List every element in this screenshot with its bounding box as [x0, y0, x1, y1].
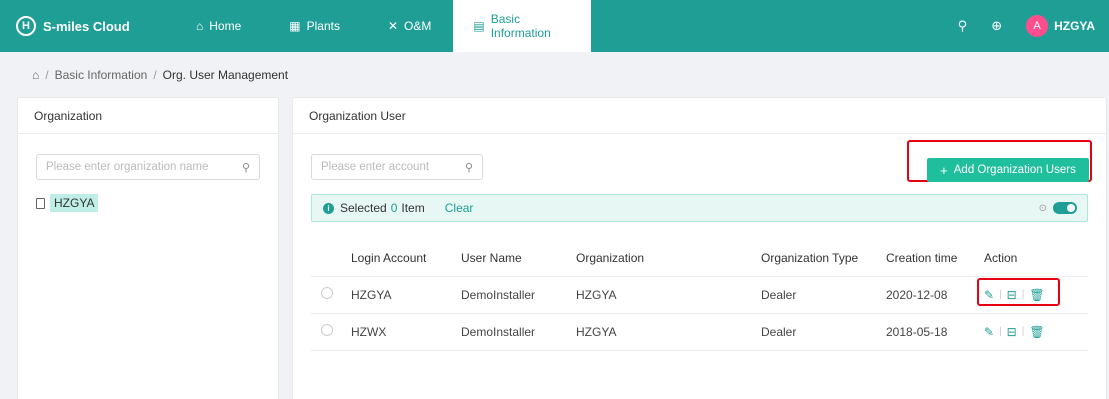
grid-icon: ▦: [289, 19, 301, 33]
search-icon[interactable]: ⚲: [958, 18, 968, 34]
nav-item-basic-information[interactable]: ▤ Basic Information: [453, 0, 592, 52]
divider: |: [1021, 326, 1025, 337]
cell-login-account: HZWX: [351, 313, 461, 351]
table-header-row: Login Account User Name Organization Org…: [311, 240, 1088, 277]
column-settings-icon[interactable]: ⊙: [1039, 203, 1047, 214]
column-header: Login Account: [351, 240, 461, 277]
divider: |: [999, 326, 1002, 337]
selection-suffix: Item: [401, 201, 425, 215]
account-search-input[interactable]: Please enter account ⚲: [311, 154, 483, 180]
list-icon: ▤: [473, 19, 485, 33]
column-header: Organization Type: [761, 240, 886, 277]
cell-organization: HZGYA: [576, 276, 761, 314]
selection-alert: i Selected 0 Item Clear ⊙: [311, 194, 1088, 222]
nav-item-om[interactable]: ✕ O&M: [362, 0, 453, 52]
breadcrumb-current: Org. User Management: [162, 68, 289, 82]
table-header-select: [311, 240, 351, 277]
organization-search-input[interactable]: Please enter organization name ⚲: [36, 154, 260, 180]
column-header: Organization: [576, 240, 761, 277]
organization-user-panel: Organization User Please enter account ⚲…: [292, 97, 1107, 399]
panel-title: Organization: [18, 98, 278, 134]
top-navigation-bar: H S-miles Cloud ⌂ Home ▦ Plants ✕ O&M ▤ …: [0, 0, 1109, 52]
tree-item[interactable]: HZGYA: [36, 194, 99, 212]
nav-item-plants[interactable]: ▦ Plants: [263, 0, 362, 52]
edit-icon[interactable]: ✎: [984, 325, 994, 339]
button-label: Add Organization Users: [953, 164, 1076, 176]
tools-icon: ✕: [387, 19, 399, 33]
highlight-box: [977, 278, 1060, 306]
header-actions: ⚲ ⊕ A HZGYA: [958, 0, 1109, 52]
home-icon: ⌂: [196, 19, 204, 33]
row-select-radio[interactable]: [321, 324, 333, 336]
cell-creation-time: 2020-12-08: [886, 276, 984, 314]
selection-prefix: Selected: [340, 201, 387, 215]
app-title: S-miles Cloud: [43, 18, 130, 34]
cell-organization-type: Dealer: [761, 313, 886, 351]
main-nav: ⌂ Home ▦ Plants ✕ O&M ▤ Basic Informatio…: [170, 0, 592, 52]
delete-icon[interactable]: 🗑: [1029, 325, 1044, 339]
cell-user-name: DemoInstaller: [461, 276, 576, 314]
panel-title: Organization User: [293, 98, 1106, 134]
add-organization-users-button[interactable]: + Add Organization Users: [927, 158, 1089, 182]
nav-item-home[interactable]: ⌂ Home: [170, 0, 263, 52]
cell-user-name: DemoInstaller: [461, 313, 576, 351]
cell-login-account: HZGYA: [351, 276, 461, 314]
breadcrumb-section[interactable]: Basic Information: [55, 68, 148, 82]
organization-panel: Organization Please enter organization n…: [17, 97, 279, 399]
search-placeholder: Please enter organization name: [46, 161, 209, 173]
document-icon: [36, 197, 45, 209]
row-actions: ✎ | ⊟ | 🗑: [984, 325, 1088, 339]
display-toggle[interactable]: [1053, 202, 1077, 214]
nav-label: Plants: [306, 19, 340, 33]
globe-icon[interactable]: ⊕: [991, 18, 1002, 34]
column-header: Action: [984, 240, 1088, 277]
info-icon: i: [323, 202, 334, 214]
logo-mark-icon: H: [16, 16, 36, 36]
plus-icon: +: [940, 162, 948, 178]
row-select-radio[interactable]: [321, 287, 333, 299]
clear-selection-link[interactable]: Clear: [445, 201, 474, 215]
search-icon[interactable]: ⚲: [465, 161, 473, 174]
nav-label: Home: [209, 19, 242, 33]
user-name[interactable]: HZGYA: [1054, 19, 1095, 33]
tree-item-label: HZGYA: [50, 194, 99, 212]
cell-organization: HZGYA: [576, 313, 761, 351]
cell-organization-type: Dealer: [761, 276, 886, 314]
breadcrumb-separator: /: [153, 68, 157, 82]
column-header: User Name: [461, 240, 576, 277]
search-placeholder: Please enter account: [321, 161, 430, 173]
nav-label: O&M: [404, 19, 432, 33]
table-row: HZWX DemoInstaller HZGYA Dealer 2018-05-…: [311, 313, 1088, 351]
selection-count: 0: [390, 201, 398, 215]
app-logo[interactable]: H S-miles Cloud: [0, 0, 170, 52]
search-icon[interactable]: ⚲: [242, 161, 250, 174]
breadcrumb-separator: /: [45, 68, 49, 82]
avatar[interactable]: A: [1026, 15, 1049, 37]
column-header: Creation time: [886, 240, 984, 277]
cell-creation-time: 2018-05-18: [886, 313, 984, 351]
lock-icon[interactable]: ⊟: [1007, 325, 1017, 339]
breadcrumb: ⌂ / Basic Information / Org. User Manage…: [32, 68, 288, 82]
users-table: Login Account User Name Organization Org…: [311, 240, 1088, 351]
home-icon[interactable]: ⌂: [32, 68, 39, 82]
table-row: HZGYA DemoInstaller HZGYA Dealer 2020-12…: [311, 276, 1088, 314]
nav-label: Basic Information: [490, 12, 551, 40]
